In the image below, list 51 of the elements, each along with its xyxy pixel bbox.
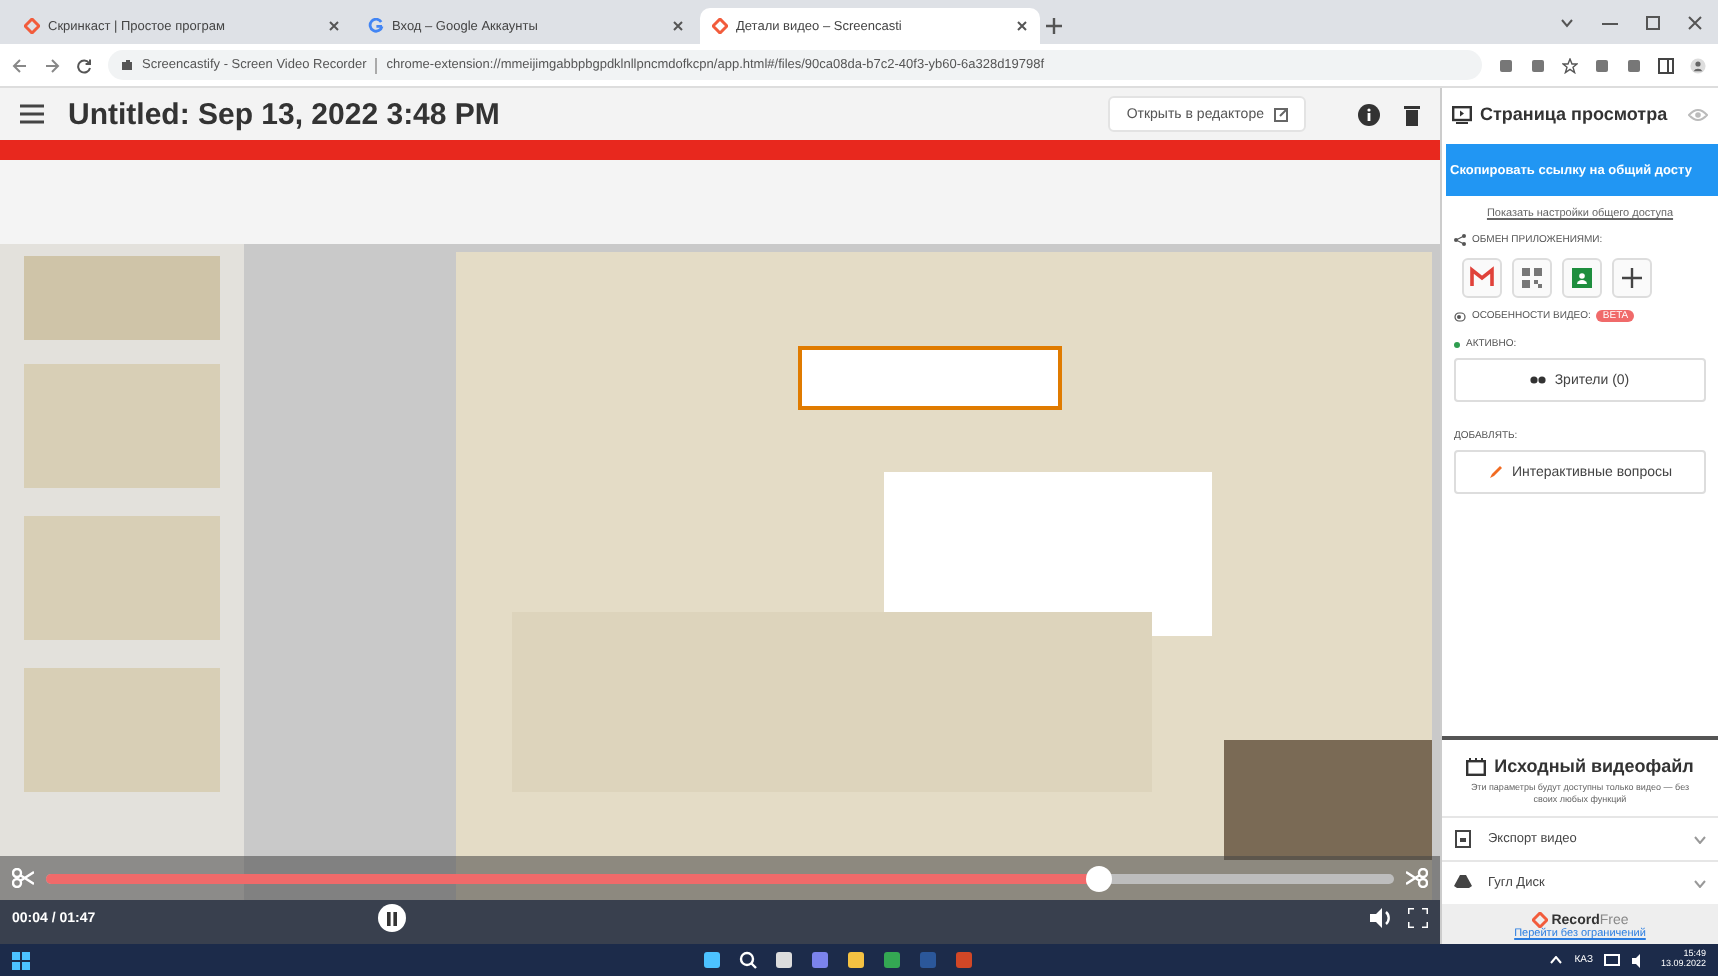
reload-icon[interactable] — [76, 57, 92, 73]
qr-code-icon — [1520, 266, 1544, 290]
binoculars-icon — [1530, 372, 1547, 388]
info-icon[interactable] — [1358, 103, 1380, 125]
pause-icon — [386, 911, 399, 925]
gmail-icon — [1470, 266, 1494, 290]
trash-icon[interactable] — [1404, 103, 1420, 125]
maximize-icon[interactable] — [1646, 15, 1660, 29]
chevron-down-icon — [1694, 879, 1706, 887]
separator-icon — [374, 57, 379, 73]
fullscreen-icon[interactable] — [1408, 908, 1428, 928]
close-icon[interactable] — [1688, 15, 1702, 29]
menu-icon[interactable] — [20, 104, 44, 124]
plus-icon — [1620, 266, 1644, 290]
video-title: Untitled: Sep 13, 2022 3:48 PM — [68, 97, 502, 131]
profile-icon[interactable] — [1690, 57, 1706, 73]
search-icon[interactable] — [738, 950, 758, 970]
forward-icon[interactable] — [44, 57, 60, 73]
close-icon[interactable] — [1016, 20, 1028, 32]
section-title: Исходный видеофайл — [1494, 756, 1694, 777]
chevron-down-icon — [1694, 835, 1706, 843]
chevron-down-icon[interactable] — [1560, 15, 1574, 29]
google-logo-icon — [368, 18, 384, 34]
film-icon — [1466, 757, 1487, 776]
gmail-button[interactable] — [1462, 258, 1502, 298]
classroom-button[interactable] — [1562, 258, 1602, 298]
sidebar-icon[interactable] — [1658, 57, 1674, 73]
monitor-icon[interactable] — [1604, 953, 1621, 967]
screencastify-logo-icon — [1531, 912, 1548, 928]
screen-play-icon — [1452, 105, 1472, 123]
toggle-icon — [1454, 311, 1466, 321]
close-icon[interactable] — [672, 20, 684, 32]
status-dot — [1454, 341, 1460, 347]
plus-button[interactable] — [1612, 258, 1652, 298]
caret-up-icon[interactable] — [1550, 956, 1563, 964]
classroom-icon — [1570, 266, 1594, 290]
screencastify-logo-icon — [24, 18, 40, 34]
document-icon — [1454, 830, 1472, 848]
windows-icon[interactable] — [12, 951, 30, 969]
volume-icon[interactable] — [1370, 908, 1392, 928]
drive-icon — [1454, 874, 1472, 892]
star-icon[interactable] — [1562, 57, 1578, 73]
scissors-icon[interactable] — [1406, 868, 1428, 888]
pencil-icon — [1487, 464, 1504, 480]
close-icon[interactable] — [328, 20, 340, 32]
scissors-icon[interactable] — [12, 868, 34, 888]
screencastify-logo-icon — [712, 18, 728, 34]
panel-title: Страница просмотра — [1480, 104, 1670, 124]
qr-code-button[interactable] — [1512, 258, 1552, 298]
back-icon[interactable] — [12, 57, 28, 73]
external-link-icon — [1274, 107, 1288, 121]
